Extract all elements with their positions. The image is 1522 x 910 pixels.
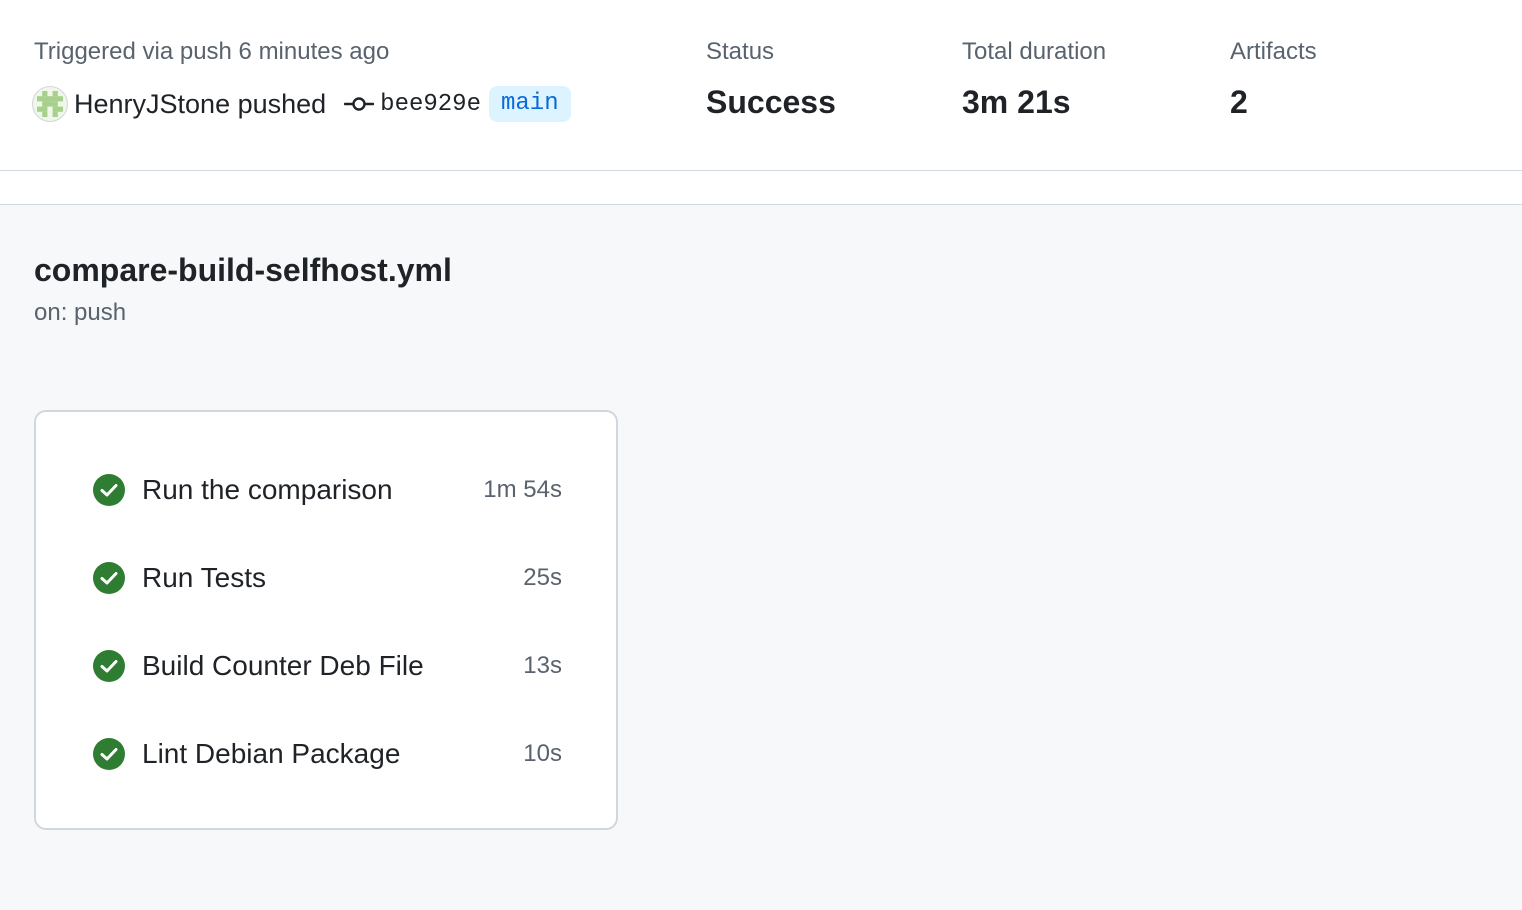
check-circle-fill-icon bbox=[93, 562, 125, 594]
section-divider bbox=[0, 171, 1522, 205]
check-circle-fill-icon bbox=[93, 650, 125, 682]
status-label: Status bbox=[706, 38, 775, 65]
branch-label[interactable]: main bbox=[489, 86, 571, 122]
job-item[interactable]: Lint Debian Package 10s bbox=[92, 734, 562, 774]
job-name: Lint Debian Package bbox=[142, 738, 401, 769]
trigger-details: HenryJStone pushed bee929e main bbox=[32, 86, 571, 122]
job-duration: 25s bbox=[523, 564, 562, 591]
status-stat: Status Success bbox=[706, 38, 836, 121]
identicon-icon bbox=[37, 91, 63, 117]
job-duration: 1m 54s bbox=[483, 476, 562, 503]
artifacts-stat: Artifacts 2 bbox=[1230, 38, 1317, 121]
check-circle-fill-icon bbox=[93, 738, 125, 770]
job-name: Build Counter Deb File bbox=[142, 650, 424, 681]
workflow-graph-card: Run the comparison 1m 54s Run Tests 25s … bbox=[34, 410, 618, 830]
duration-stat: Total duration 3m 21s bbox=[962, 38, 1106, 121]
job-duration: 13s bbox=[523, 652, 562, 679]
run-summary-header: Triggered via push 6 minutes ago HenryJS… bbox=[0, 0, 1522, 171]
job-item[interactable]: Build Counter Deb File 13s bbox=[92, 646, 562, 686]
job-name: Run the comparison bbox=[142, 474, 393, 505]
workflow-file-name: compare-build-selfhost.yml bbox=[34, 252, 452, 288]
check-circle-fill-icon bbox=[93, 474, 125, 506]
job-item[interactable]: Run the comparison 1m 54s bbox=[92, 470, 562, 510]
status-value: Success bbox=[706, 84, 836, 120]
job-duration: 10s bbox=[523, 740, 562, 767]
git-commit-icon bbox=[344, 97, 375, 111]
duration-label: Total duration bbox=[962, 38, 1107, 65]
artifacts-count-link[interactable]: 2 bbox=[1230, 84, 1317, 121]
duration-value: 3m 21s bbox=[962, 84, 1071, 120]
user-avatar[interactable] bbox=[32, 86, 68, 122]
trigger-description: Triggered via push 6 minutes ago bbox=[34, 38, 390, 65]
job-item[interactable]: Run Tests 25s bbox=[92, 558, 562, 598]
actor-link[interactable]: HenryJStone pushed bbox=[74, 89, 326, 120]
commit-sha-link[interactable]: bee929e bbox=[380, 91, 481, 118]
workflow-trigger-event: on: push bbox=[34, 299, 127, 326]
artifacts-label: Artifacts bbox=[1230, 38, 1317, 65]
job-name: Run Tests bbox=[142, 562, 266, 593]
